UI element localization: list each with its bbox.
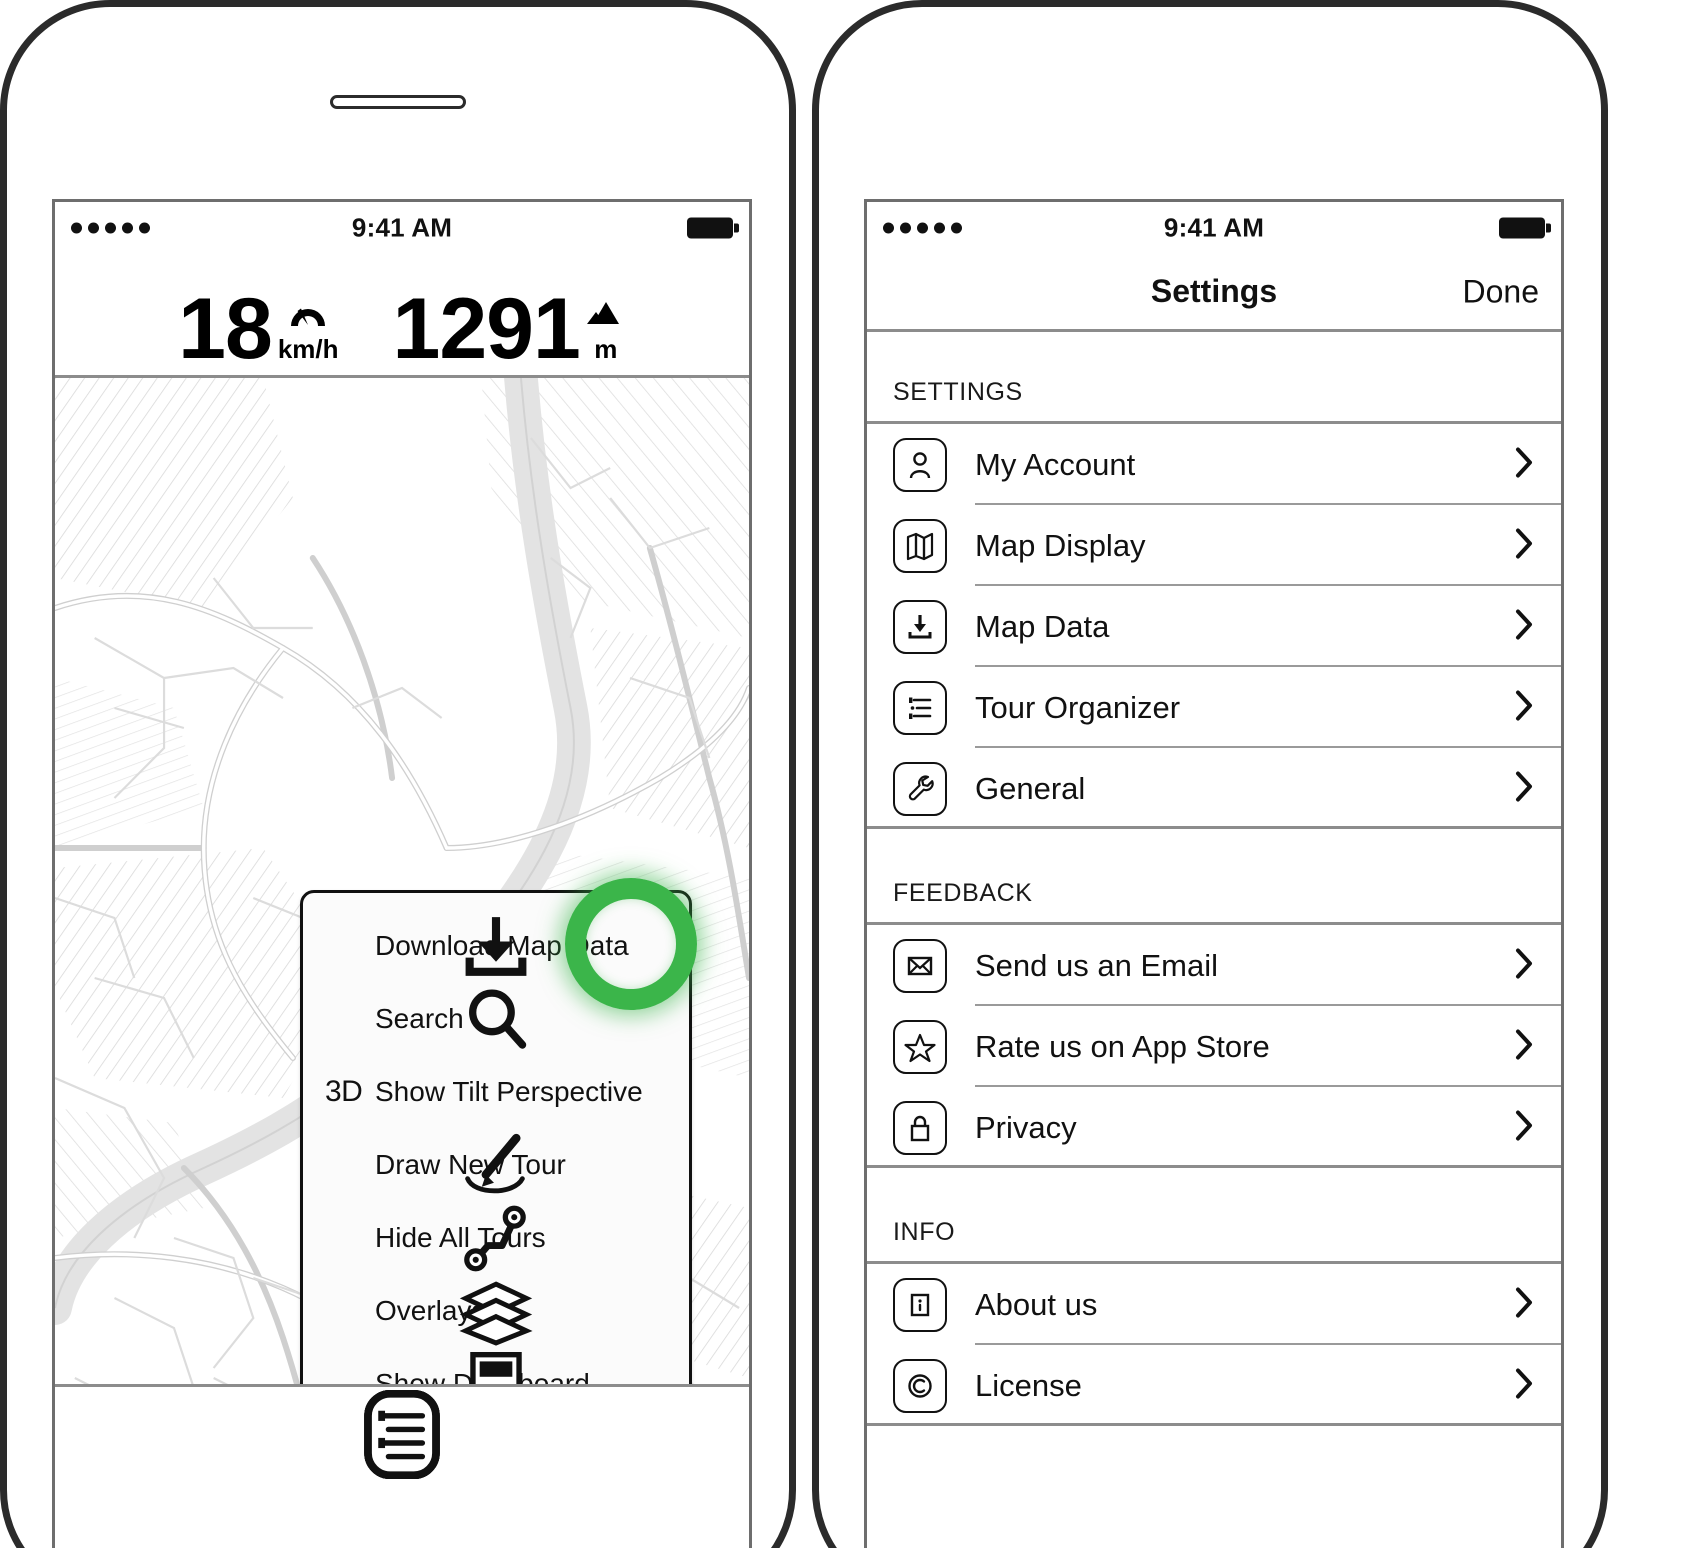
settings-row-label: My Account — [975, 446, 1136, 482]
chevron-right-icon — [1513, 946, 1535, 985]
chevron-right-icon — [1513, 607, 1535, 646]
settings-row-tour-organizer[interactable]: Tour Organizer — [867, 667, 1561, 748]
settings-row-license[interactable]: License — [867, 1345, 1561, 1426]
section-header-settings: SETTINGS — [867, 332, 1561, 424]
settings-row-label: General — [975, 770, 1086, 806]
chevron-right-icon — [1513, 1108, 1535, 1147]
settings-row-privacy[interactable]: Privacy — [867, 1087, 1561, 1168]
altitude-metric: 1291 m — [392, 280, 626, 377]
settings-row-map-display[interactable]: Map Display — [867, 505, 1561, 586]
settings-row-label: Tour Organizer — [975, 689, 1181, 725]
folded-map-icon — [893, 518, 947, 573]
right-phone-screen: 9:41 AM Settings Done SETTINGS My Accoun… — [864, 199, 1564, 1548]
settings-row-label: Map Data — [975, 608, 1110, 644]
tap-highlight-ring — [565, 878, 697, 1010]
speedometer-icon — [288, 296, 328, 330]
settings-row-label: About us — [975, 1286, 1098, 1322]
row-separator — [867, 826, 1561, 829]
star-icon — [893, 1019, 947, 1074]
altitude-value: 1291 — [392, 280, 581, 377]
info-icon — [893, 1277, 947, 1332]
signal-dots-icon — [883, 222, 962, 234]
menu-item-overlays[interactable]: Overlays — [303, 1274, 689, 1347]
3d-label: 3D — [325, 1074, 363, 1108]
map-canvas[interactable]: Download Map Data Search 3D Show Tilt Pe… — [55, 378, 749, 1482]
chevron-right-icon — [1513, 526, 1535, 565]
wrench-icon — [893, 761, 947, 816]
copyright-icon — [893, 1358, 947, 1413]
section-header-feedback: FEEDBACK — [867, 829, 1561, 925]
speaker-grille — [330, 95, 466, 109]
chevron-right-icon — [1513, 1027, 1535, 1066]
section-header-info: INFO — [867, 1168, 1561, 1264]
3d-text-icon: 3D — [325, 1075, 375, 1109]
lock-icon — [893, 1100, 947, 1155]
done-button[interactable]: Done — [1463, 273, 1540, 310]
status-time: 9:41 AM — [1163, 212, 1265, 243]
settings-row-send-us-an-email[interactable]: Send us an Email — [867, 925, 1561, 1006]
chevron-right-icon — [1513, 445, 1535, 484]
toolbar-list-button[interactable] — [364, 1389, 690, 1480]
settings-navbar: Settings Done — [867, 254, 1561, 332]
person-icon — [893, 437, 947, 492]
settings-list: SETTINGS My Account Map Display Map Data… — [867, 332, 1561, 1426]
settings-row-label: Privacy — [975, 1109, 1077, 1145]
settings-row-label: License — [975, 1367, 1082, 1403]
settings-row-label: Map Display — [975, 527, 1146, 563]
download-tray-icon — [893, 599, 947, 654]
altitude-unit: m — [594, 334, 618, 364]
left-phone-bezel: 9:41 AM 18 km/h 1291 m Download Map Data… — [0, 0, 796, 1548]
settings-row-rate-us-on-app-store[interactable]: Rate us on App Store — [867, 1006, 1561, 1087]
menu-item-hide-all-tours[interactable]: Hide All Tours — [303, 1201, 689, 1274]
row-separator — [867, 1165, 1561, 1168]
chevron-right-icon — [1513, 1366, 1535, 1405]
settings-row-label: Rate us on App Store — [975, 1028, 1270, 1064]
settings-row-label: Send us an Email — [975, 947, 1218, 983]
bullet-list-icon — [893, 680, 947, 735]
battery-icon — [687, 217, 739, 239]
map-dashboard: 18 km/h 1291 m — [55, 254, 749, 378]
right-phone-bezel: 9:41 AM Settings Done SETTINGS My Accoun… — [812, 0, 1608, 1548]
menu-item-label: Show Tilt Perspective — [375, 1075, 643, 1107]
chevron-right-icon — [1513, 769, 1535, 808]
left-status-bar: 9:41 AM — [55, 202, 749, 254]
mountain-icon — [586, 296, 626, 330]
left-bottom-toolbar[interactable] — [55, 1384, 749, 1482]
settings-row-about-us[interactable]: About us — [867, 1264, 1561, 1345]
menu-item-draw-new-tour[interactable]: Draw New Tour — [303, 1128, 689, 1201]
battery-icon — [1499, 217, 1551, 239]
signal-dots-icon — [71, 222, 150, 234]
settings-row-my-account[interactable]: My Account — [867, 424, 1561, 505]
page-title: Settings — [1150, 273, 1278, 309]
envelope-icon — [893, 938, 947, 993]
left-phone-screen: 9:41 AM 18 km/h 1291 m Download Map Data… — [52, 199, 752, 1548]
speed-metric: 18 km/h — [178, 280, 339, 377]
right-status-bar: 9:41 AM — [867, 202, 1561, 254]
chevron-right-icon — [1513, 1285, 1535, 1324]
status-time: 9:41 AM — [351, 212, 453, 243]
chevron-right-icon — [1513, 688, 1535, 727]
screenshot-root: 9:41 AM 18 km/h 1291 m Download Map Data… — [0, 0, 1708, 1548]
menu-item-show-tilt-perspective[interactable]: 3D Show Tilt Perspective — [303, 1055, 689, 1128]
settings-row-general[interactable]: General — [867, 748, 1561, 829]
speed-unit: km/h — [277, 334, 339, 364]
settings-row-map-data[interactable]: Map Data — [867, 586, 1561, 667]
speed-value: 18 — [178, 280, 273, 377]
row-separator — [867, 1423, 1561, 1426]
